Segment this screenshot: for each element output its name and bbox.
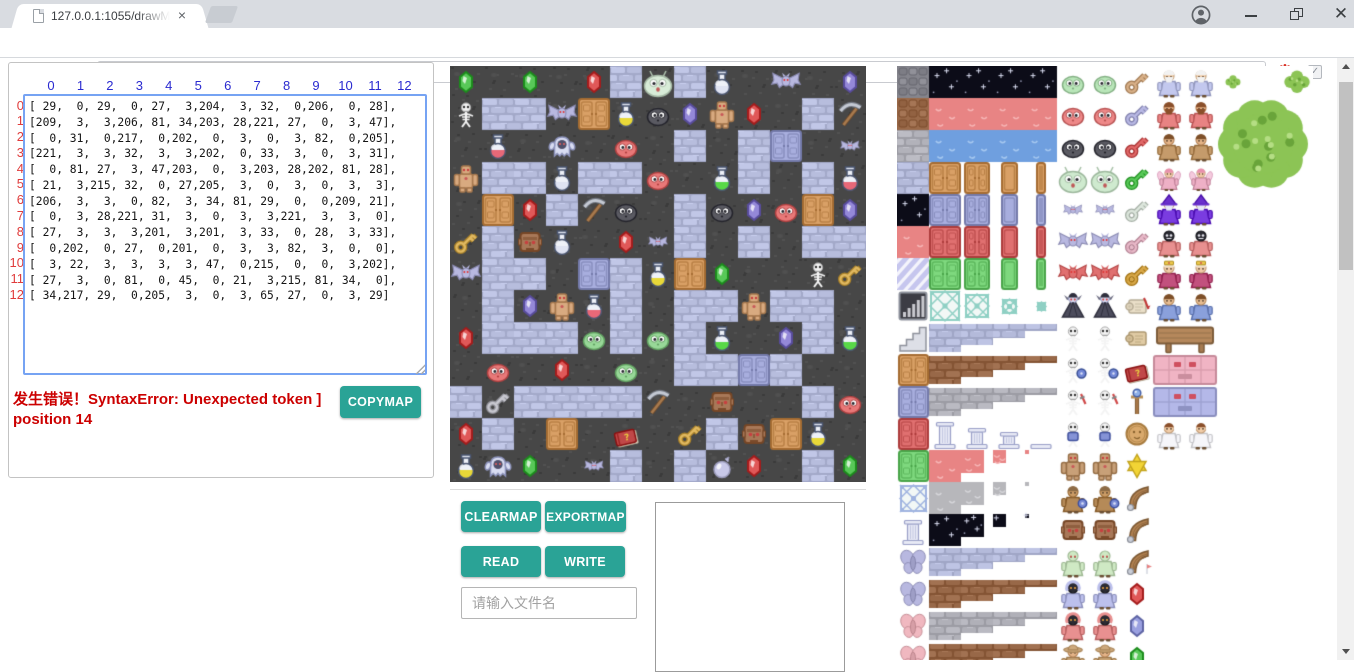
tab-title-fade	[136, 5, 176, 27]
map-canvas[interactable]	[450, 66, 866, 482]
column-header: 4	[165, 78, 172, 93]
column-header: 1	[77, 78, 84, 93]
column-header: 2	[106, 78, 113, 93]
column-header: 0	[47, 78, 54, 93]
new-tab-button[interactable]	[205, 6, 238, 23]
column-header: 12	[397, 78, 411, 93]
scrollbar-up-icon[interactable]	[1337, 58, 1354, 75]
restore-button[interactable]	[1274, 0, 1320, 28]
column-header: 11	[368, 78, 382, 93]
row-header: 4	[9, 161, 24, 176]
copymap-button[interactable]: COPYMAP	[340, 386, 421, 418]
clearmap-button[interactable]: CLEARMAP	[461, 501, 541, 532]
matrix-panel: 0123456789101112 0123456789101112 发生错误！S…	[8, 62, 434, 478]
row-header: 11	[9, 271, 24, 286]
filename-input[interactable]	[461, 587, 637, 619]
scrollbar-down-icon[interactable]	[1337, 643, 1354, 660]
map-divider	[450, 489, 866, 490]
row-header: 9	[9, 240, 24, 255]
browser-toolbar: ← → ↻ i 127.0.0.1:1055/drawMapGUI.html ☆…	[0, 28, 1354, 58]
minimize-button[interactable]	[1228, 0, 1274, 28]
tab-bar: 127.0.0.1:1055/drawMa × ✕	[0, 0, 1354, 28]
column-header: 5	[195, 78, 202, 93]
map-matrix-textarea[interactable]	[23, 94, 427, 375]
row-header: 6	[9, 192, 24, 207]
row-header: 2	[9, 129, 24, 144]
export-output-box[interactable]	[655, 502, 845, 672]
error-message: 发生错误！SyntaxError: Unexpected token ] pos…	[13, 390, 343, 430]
write-button[interactable]: WRITE	[545, 546, 625, 577]
read-button[interactable]: READ	[461, 546, 541, 577]
close-button[interactable]: ✕	[1318, 0, 1354, 28]
row-header: 10	[9, 255, 24, 270]
row-header: 5	[9, 176, 24, 191]
tab-close-icon[interactable]: ×	[174, 8, 190, 24]
page-favicon-icon	[33, 9, 44, 23]
row-header: 8	[9, 224, 24, 239]
column-header: 6	[224, 78, 231, 93]
exportmap-button[interactable]: EXPORTMAP	[545, 501, 626, 532]
column-header: 7	[254, 78, 261, 93]
column-header: 3	[136, 78, 143, 93]
row-header: 0	[9, 98, 24, 113]
column-header: 8	[283, 78, 290, 93]
row-header: 7	[9, 208, 24, 223]
profile-icon[interactable]	[1191, 5, 1211, 25]
row-header: 3	[9, 145, 24, 160]
row-header: 12	[9, 287, 24, 302]
column-header: 9	[312, 78, 319, 93]
row-header: 1	[9, 113, 24, 128]
browser-tab[interactable]: 127.0.0.1:1055/drawMa ×	[24, 4, 196, 28]
tileset-canvas[interactable]	[897, 66, 1313, 660]
column-header: 10	[338, 78, 352, 93]
scrollbar-thumb[interactable]	[1339, 82, 1353, 270]
